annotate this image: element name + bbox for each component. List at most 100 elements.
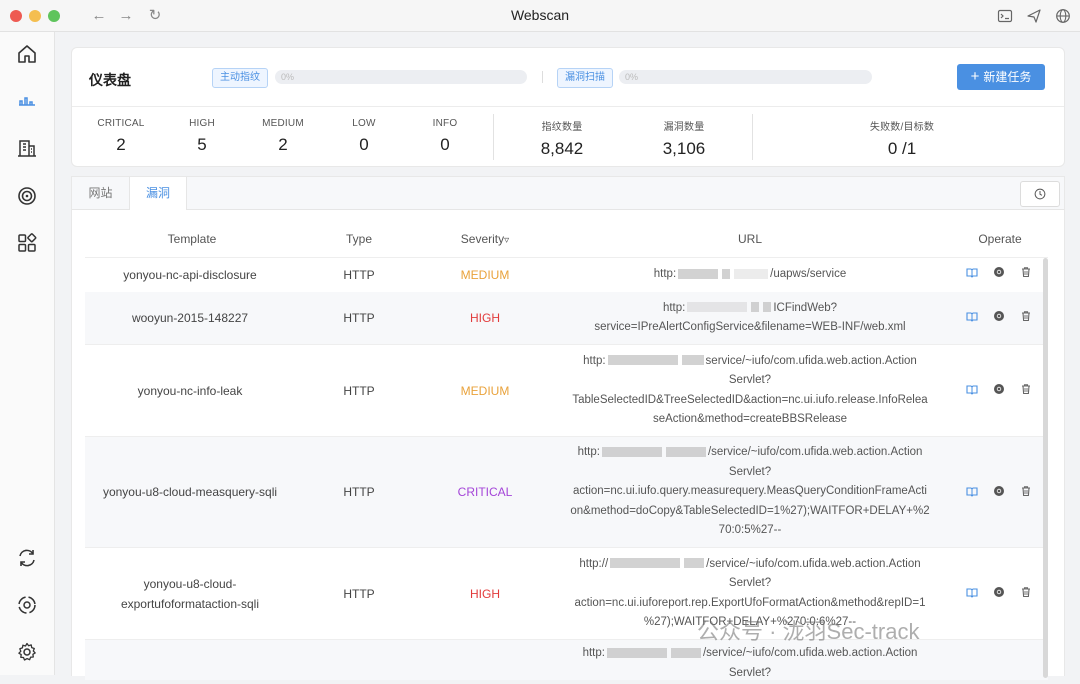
header-severity-label: Severity xyxy=(460,232,505,246)
target-icon[interactable] xyxy=(16,185,38,207)
delete-icon[interactable] xyxy=(1020,586,1032,598)
tab-bar: 网站 漏洞 xyxy=(72,177,1064,210)
redacted-host xyxy=(610,558,681,569)
redacted-host xyxy=(601,447,662,458)
url-text: /uapws/service xyxy=(770,268,847,281)
chrome-icon[interactable] xyxy=(993,485,1005,497)
stat-value: 2 xyxy=(278,135,288,154)
home-icon[interactable] xyxy=(16,43,38,65)
template-cell: wooyun-2015-148227 xyxy=(131,311,249,325)
url-cell[interactable]: http: /service/~iufo/com.ufida.web.action… xyxy=(555,640,945,684)
vuln-scan-progress-bar: 0% xyxy=(619,70,872,84)
stat-value: 2 xyxy=(116,135,126,154)
redacted-host xyxy=(684,558,705,569)
chrome-icon[interactable] xyxy=(993,266,1005,278)
url-cell[interactable]: http: /uapws/service xyxy=(555,258,945,292)
view-detail-icon[interactable] xyxy=(966,266,978,278)
url-cell[interactable]: http:/service/~iufo/com.ufida.web.action… xyxy=(555,437,945,547)
type-cell: HTTP xyxy=(343,485,375,499)
table-scrollbar[interactable] xyxy=(1043,258,1048,678)
type-cell: HTTP xyxy=(343,586,375,601)
table-row: yonyou-nc-api-disclosure HTTP MEDIUM htt… xyxy=(85,257,1048,293)
divider xyxy=(493,114,494,160)
redacted-host xyxy=(670,647,701,658)
redacted-host xyxy=(751,302,760,313)
header-url: URL xyxy=(737,232,762,246)
view-detail-icon[interactable] xyxy=(966,310,978,322)
delete-icon[interactable] xyxy=(1020,383,1032,395)
redacted-host xyxy=(678,269,719,280)
severity-cell: MEDIUM xyxy=(460,268,510,282)
building-icon[interactable] xyxy=(16,137,38,159)
url-text: /service/~iufo/com.ufida.web.action.Acti… xyxy=(702,647,918,679)
template-cell: yonyou-nc-api-disclosure xyxy=(123,268,257,282)
stat-value: 0 /1 xyxy=(887,139,917,158)
stat-high: HIGH 5 xyxy=(162,118,242,155)
stat-value: 0 xyxy=(359,135,369,154)
stat-value: 5 xyxy=(197,135,207,154)
type-cell: HTTP xyxy=(343,311,375,325)
stat-info: INFO 0 xyxy=(405,118,485,155)
stat-label: 失败数/目标数 xyxy=(869,122,935,133)
send-icon[interactable] xyxy=(1026,8,1042,24)
chrome-icon[interactable] xyxy=(993,383,1005,395)
header-severity[interactable]: Severity▿ xyxy=(445,232,525,246)
redacted-host xyxy=(722,269,731,280)
table-row: yonyou-nc-info-leak HTTP MEDIUM http: ser… xyxy=(85,345,1048,437)
delete-icon[interactable] xyxy=(1020,485,1032,497)
url-prefix: http: xyxy=(583,354,606,367)
delete-icon[interactable] xyxy=(1020,266,1032,278)
vuln-scan-tag: 漏洞扫描 xyxy=(557,68,613,88)
watermark: 公众号 · 泷羽Sec-track xyxy=(697,619,920,644)
clock-icon xyxy=(1034,188,1046,200)
globe-icon[interactable] xyxy=(1055,8,1071,24)
apps-icon[interactable] xyxy=(16,232,38,254)
new-task-button[interactable]: + 新建任务 xyxy=(957,64,1045,90)
terminal-icon[interactable] xyxy=(997,8,1013,24)
redacted-host xyxy=(687,302,748,313)
delete-icon[interactable] xyxy=(1020,310,1032,322)
url-cell[interactable]: http: service/~iufo/com.ufida.web.action.… xyxy=(555,345,945,436)
chrome-icon[interactable] xyxy=(993,586,1005,598)
settings-icon[interactable] xyxy=(16,641,38,663)
header-operate: Operate xyxy=(978,232,1022,246)
type-cell: HTTP xyxy=(343,268,375,282)
tab-websites[interactable]: 网站 xyxy=(72,177,129,209)
dashboard-title: 仪表盘 xyxy=(89,72,131,88)
url-cell[interactable]: http: ICFindWeb? service=IPreAlertConfigS… xyxy=(555,292,945,344)
divider xyxy=(542,71,543,83)
header-type: Type xyxy=(345,232,372,246)
url-text: /service/~iufo/com.ufida.web.action.Acti… xyxy=(570,446,930,537)
redacted-host xyxy=(734,269,769,280)
severity-cell: MEDIUM xyxy=(460,383,510,398)
stat-label: 指纹数量 xyxy=(541,122,583,133)
view-detail-icon[interactable] xyxy=(966,485,978,497)
table-row: wooyun-2015-148227 HTTP HIGH http: ICFind… xyxy=(85,292,1048,345)
url-prefix: http: xyxy=(653,268,677,281)
chrome-icon[interactable] xyxy=(993,310,1005,322)
table-row: http: /service/~iufo/com.ufida.web.action… xyxy=(85,640,1048,680)
stat-label: LOW xyxy=(352,118,376,129)
view-detail-icon[interactable] xyxy=(966,383,978,395)
redacted-host xyxy=(681,355,704,366)
scan-icon[interactable] xyxy=(16,594,38,616)
stat-label: CRITICAL xyxy=(97,118,145,129)
url-prefix: http: xyxy=(582,647,605,659)
sync-icon[interactable] xyxy=(16,547,38,569)
url-prefix: http:// xyxy=(579,557,609,570)
dashboard-icon[interactable] xyxy=(16,89,38,111)
redacted-host xyxy=(665,447,706,458)
tab-vulnerabilities[interactable]: 漏洞 xyxy=(129,177,187,210)
redacted-host xyxy=(606,647,667,658)
header-template: Template xyxy=(167,232,217,246)
view-detail-icon[interactable] xyxy=(966,586,978,598)
stat-label: HIGH xyxy=(189,118,215,129)
divider xyxy=(752,114,753,160)
stat-label: INFO xyxy=(432,118,458,129)
redacted-host xyxy=(607,355,678,366)
stat-label: 漏洞数量 xyxy=(663,122,705,133)
redacted-host xyxy=(763,302,772,313)
history-button[interactable] xyxy=(1020,181,1060,207)
stat-value: 3,106 xyxy=(662,139,706,158)
filter-icon[interactable]: ▿ xyxy=(504,235,509,246)
